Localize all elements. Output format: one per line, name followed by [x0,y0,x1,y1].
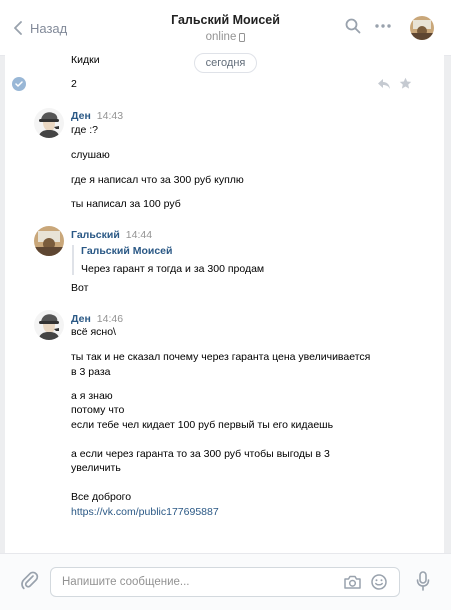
header-avatar[interactable] [410,16,434,40]
microphone-icon[interactable] [416,571,430,591]
search-icon[interactable] [345,18,361,34]
paperclip-icon[interactable] [21,571,39,591]
message-text: Все доброго [71,491,132,503]
online-status-text: online [205,31,237,43]
date-divider: сегодня [194,53,257,73]
message-text: Кидки [71,54,100,66]
smile-icon[interactable] [371,574,387,590]
message-text: а если через гаранта то за 300 руб чтобы… [71,448,330,460]
message-text: слушаю [71,149,110,161]
author-name[interactable]: Гальский [71,229,120,241]
message-time: 14:44 [125,229,153,241]
quote-text: Через гарант я тогда и за 300 продам [81,263,265,275]
message-link[interactable]: https://vk.com/public177695887 [71,506,219,518]
chat-title-block: Гальский Моисей online [0,13,451,43]
back-button[interactable]: Назад [14,18,67,38]
message-input[interactable]: Напишите сообщение... [50,567,400,597]
message-text: где :? [71,124,98,136]
author-name[interactable]: Ден [71,110,91,122]
star-icon[interactable] [399,77,412,90]
message-author[interactable]: Ден 14:46 [71,313,123,325]
phone-icon [239,32,246,42]
message-text: в 3 раза [71,366,111,378]
back-label: Назад [30,20,68,36]
message-input-placeholder: Напишите сообщение... [62,576,190,588]
message-time: 14:46 [96,313,124,325]
message-history[interactable] [5,46,444,554]
avatar[interactable] [34,310,64,340]
message-time: 14:43 [96,110,124,122]
selected-check-icon[interactable] [12,77,26,91]
reply-icon[interactable] [377,78,391,90]
more-icon[interactable] [375,24,391,28]
avatar[interactable] [34,108,64,138]
author-name[interactable]: Ден [71,313,91,325]
camera-icon[interactable] [344,575,361,589]
message-text: ты написал за 100 руб [71,198,181,210]
message-text: потому что [71,404,125,416]
message-text: Вот [71,282,89,294]
message-author[interactable]: Ден 14:43 [71,110,123,122]
message-text: увеличить [71,462,121,474]
forwarded-message[interactable]: Гальский Моисей Через гарант я тогда и з… [72,245,264,275]
chevron-left-icon [14,21,22,35]
quote-author[interactable]: Гальский Моисей [81,245,264,257]
message-text: 2 [71,78,77,90]
message-composer: Напишите сообщение... [0,553,451,610]
message-text: а я знаю [71,390,113,402]
message-author[interactable]: Гальский 14:44 [71,229,152,241]
message-text: ты так и не сказал почему через гаранта … [71,351,371,363]
message-text: всё ясно\ [71,326,116,338]
message-text: где я написал что за 300 руб куплю [71,174,244,186]
online-status: online [206,31,246,43]
message-text: если тебе чел кидает 100 руб первый ты е… [71,419,334,431]
avatar[interactable] [34,226,64,256]
